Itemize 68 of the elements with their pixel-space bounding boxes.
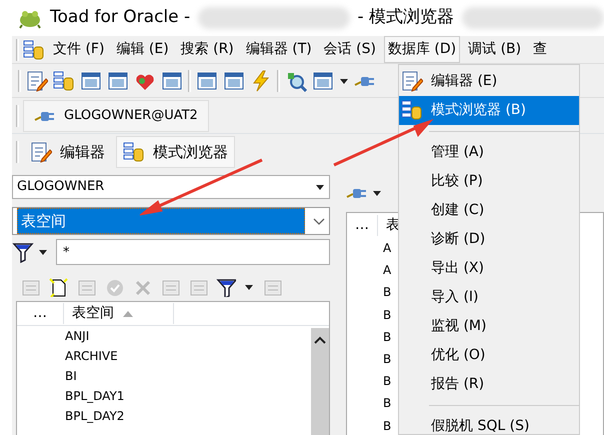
window-icon[interactable] <box>80 70 102 92</box>
table-cell[interactable]: BPL_DAY2 <box>65 407 124 425</box>
editor-icon[interactable] <box>26 70 48 92</box>
menu-item[interactable]: 诊断 (D) <box>399 225 579 254</box>
chevron-down-icon <box>313 216 325 226</box>
table-cell[interactable]: BPL_DAY1 <box>65 387 124 405</box>
menu-item[interactable]: 模式浏览器 (B) <box>399 96 579 125</box>
caret-icon[interactable] <box>244 283 254 291</box>
window-icon[interactable] <box>196 70 218 92</box>
table-cell[interactable]: B <box>383 350 392 368</box>
lightning-icon[interactable] <box>250 70 272 92</box>
table-cell[interactable]: B <box>383 416 392 435</box>
menu-item[interactable]: 编辑 (E) <box>112 36 173 63</box>
sort-up-icon <box>122 309 134 318</box>
table-cell[interactable]: B <box>383 328 392 346</box>
object-type-dropdown[interactable]: 表空间 <box>12 207 330 235</box>
menu-item[interactable]: 编辑器 (E) <box>399 67 579 96</box>
table-cell[interactable]: A <box>383 239 392 258</box>
column-header: … <box>17 303 64 324</box>
filter-field[interactable]: * <box>56 239 330 265</box>
caret-icon[interactable] <box>339 76 349 84</box>
table-cell[interactable]: ANJI <box>65 327 90 345</box>
table-cell[interactable]: BI <box>65 367 77 385</box>
check-icon[interactable] <box>104 277 124 297</box>
caret-icon[interactable] <box>38 248 48 256</box>
menu-item[interactable]: 导出 (X) <box>399 254 579 283</box>
menu-item[interactable]: 报告 (R) <box>399 370 579 399</box>
table-cell[interactable]: B <box>383 394 392 412</box>
menu-item[interactable]: 数据库 (D) <box>384 36 460 63</box>
table-cell[interactable]: B <box>383 306 392 324</box>
filter-icon[interactable] <box>12 241 34 263</box>
menu-item[interactable]: 比较 (P) <box>399 167 579 196</box>
menu-item[interactable]: 会话 (S) <box>320 36 380 63</box>
menu-item[interactable]: 创建 (C) <box>399 196 579 225</box>
scrollbar[interactable] <box>311 328 329 435</box>
caret-icon <box>315 183 325 191</box>
window-icon[interactable] <box>223 70 245 92</box>
schema-dropdown[interactable]: GLOGOWNER <box>12 175 330 199</box>
chevron-up-icon <box>314 336 326 346</box>
column-header[interactable]: 表空间 <box>64 303 174 324</box>
table-cell[interactable]: B <box>383 283 392 302</box>
window-title: Toad for Oracle - <box>50 6 190 30</box>
table-cell[interactable]: A <box>383 261 392 280</box>
menu-item[interactable]: 监视 (M) <box>399 312 579 341</box>
editor-icon <box>401 70 423 92</box>
editor-icon <box>30 141 52 163</box>
column-header: … <box>347 214 378 236</box>
menu-item[interactable]: 假脱机 SQL (S) <box>399 412 579 435</box>
menu-item[interactable]: 查 <box>529 36 552 63</box>
editor-tab[interactable]: 编辑器 <box>23 136 112 168</box>
connection-tab[interactable]: GLOGOWNER@UAT2 <box>23 100 209 132</box>
table-cell[interactable]: ARCHIVE <box>65 347 118 365</box>
table-cell[interactable]: B <box>383 372 392 390</box>
editor-tab[interactable]: 模式浏览器 <box>116 136 235 168</box>
menu-item[interactable]: 搜索 (R) <box>176 36 238 63</box>
menu-item[interactable]: 编辑器 (T) <box>242 36 316 63</box>
window-icon[interactable] <box>107 70 129 92</box>
menu-item[interactable]: 管理 (A) <box>399 138 579 167</box>
caret-icon[interactable] <box>372 189 382 197</box>
window-title: - 模式浏览器 <box>358 6 454 30</box>
window-icon[interactable] <box>312 70 334 92</box>
menu-item[interactable]: 优化 (O) <box>399 341 579 370</box>
window-icon[interactable] <box>161 70 183 92</box>
menu-item[interactable]: 文件 (F) <box>49 36 108 63</box>
menu-item[interactable]: 导入 (I) <box>399 283 579 312</box>
menu-item[interactable]: 调试 (B) <box>464 36 526 63</box>
new-document-icon[interactable] <box>48 277 68 297</box>
filter-icon[interactable] <box>216 277 236 297</box>
